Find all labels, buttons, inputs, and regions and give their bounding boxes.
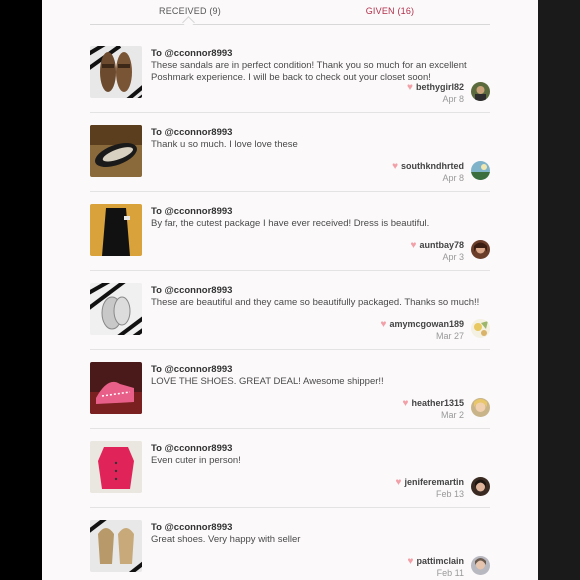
heart-icon: ♥ <box>407 556 414 567</box>
feedback-date: Apr 3 <box>442 252 464 262</box>
avatar[interactable] <box>471 161 490 180</box>
feedback-message: By far, the cutest package I have ever r… <box>151 218 430 229</box>
feedback-meta: ♥ jeniferemartin Feb 13 <box>290 477 490 507</box>
feedback-meta: ♥ amymcgowan189 Mar 27 <box>290 319 490 349</box>
feedback-message: Even cuter in person! <box>151 455 241 466</box>
tab-given[interactable]: GIVEN (16) <box>290 6 490 16</box>
list-item: To @cconnor8993 These are beautiful and … <box>90 271 490 350</box>
avatar[interactable] <box>471 556 490 575</box>
feedback-message: LOVE THE SHOES. GREAT DEAL! Awesome ship… <box>151 376 384 387</box>
list-item: To @cconnor8993 Thank u so much. I love … <box>90 113 490 192</box>
right-border <box>538 0 580 580</box>
recipient-label: To @cconnor8993 <box>151 127 233 138</box>
recipient-label: To @cconnor8993 <box>151 522 233 533</box>
listing-thumbnail[interactable] <box>90 283 142 335</box>
feedback-message: These are beautiful and they came so bea… <box>151 297 480 308</box>
avatar[interactable] <box>471 82 490 101</box>
feedback-message: These sandals are in perfect condition! … <box>151 60 467 83</box>
username: heather1315 <box>411 398 464 408</box>
username-link[interactable]: ♥ auntbay78 <box>411 240 464 251</box>
feedback-date: Mar 2 <box>440 410 464 420</box>
heart-icon: ♥ <box>407 82 413 93</box>
username: southkndhrted <box>401 161 464 171</box>
feedback-date: Apr 8 <box>442 94 464 104</box>
listing-thumbnail[interactable] <box>90 46 142 98</box>
feedback-date: Feb 11 <box>436 568 464 578</box>
feedback-meta: ♥ southkndhrted Apr 8 <box>290 161 490 191</box>
feedback-message: Thank u so much. I love love these <box>151 139 298 150</box>
username-link[interactable]: ♥ heather1315 <box>403 398 464 409</box>
avatar[interactable] <box>471 398 490 417</box>
feedback-meta: ♥ bethygirl82 Apr 8 <box>290 82 490 112</box>
active-tab-caret <box>182 16 195 29</box>
listing-thumbnail[interactable] <box>90 441 142 493</box>
listing-thumbnail[interactable] <box>90 520 142 572</box>
username-link[interactable]: ♥ amymcgowan189 <box>381 319 464 330</box>
feedback-message: Great shoes. Very happy with seller <box>151 534 301 545</box>
feedback-date: Feb 13 <box>435 489 464 499</box>
tab-received[interactable]: RECEIVED (9) <box>90 6 290 16</box>
recipient-label: To @cconnor8993 <box>151 48 233 59</box>
list-item: To @cconnor8993 By far, the cutest packa… <box>90 192 490 271</box>
username: jeniferemartin <box>404 477 464 487</box>
username-link[interactable]: ♥ jeniferemartin <box>396 477 464 488</box>
username-link[interactable]: ♥ pattimclain <box>408 556 464 567</box>
username: pattimclain <box>416 556 464 566</box>
list-item: To @cconnor8993 These sandals are in per… <box>90 34 490 113</box>
recipient-label: To @cconnor8993 <box>151 443 233 454</box>
feedback-date: Apr 8 <box>442 173 464 183</box>
feedback-tabs: RECEIVED (9) GIVEN (16) <box>90 0 490 29</box>
feedback-date: Mar 27 <box>435 331 464 341</box>
username-link[interactable]: ♥ southkndhrted <box>392 161 464 172</box>
feedback-panel: RECEIVED (9) GIVEN (16) To @cconnor8993 … <box>42 0 538 580</box>
list-item: To @cconnor8993 Even cuter in person! ♥ j… <box>90 429 490 508</box>
recipient-label: To @cconnor8993 <box>151 285 233 296</box>
feedback-meta: ♥ pattimclain Feb 11 <box>290 556 490 580</box>
heart-icon: ♥ <box>395 477 402 488</box>
heart-icon: ♥ <box>380 319 387 330</box>
listing-thumbnail[interactable] <box>90 362 142 414</box>
heart-icon: ♥ <box>402 398 409 409</box>
avatar[interactable] <box>471 477 490 496</box>
list-item: To @cconnor8993 Great shoes. Very happy … <box>90 508 490 580</box>
heart-icon: ♥ <box>392 161 398 172</box>
listing-thumbnail[interactable] <box>90 204 142 256</box>
avatar[interactable] <box>471 319 490 338</box>
heart-icon: ♥ <box>410 240 417 251</box>
username: bethygirl82 <box>415 82 464 92</box>
avatar[interactable] <box>471 240 490 259</box>
feedback-meta: ♥ heather1315 Mar 2 <box>290 398 490 428</box>
feedback-meta: ♥ auntbay78 Apr 3 <box>290 240 490 270</box>
username: amymcgowan189 <box>389 319 464 329</box>
listing-thumbnail[interactable] <box>90 125 142 177</box>
username: auntbay78 <box>419 240 464 250</box>
username-link[interactable]: ♥ bethygirl82 <box>407 82 464 93</box>
list-item: To @cconnor8993 LOVE THE SHOES. GREAT DE… <box>90 350 490 429</box>
recipient-label: To @cconnor8993 <box>151 206 233 217</box>
recipient-label: To @cconnor8993 <box>151 364 233 375</box>
